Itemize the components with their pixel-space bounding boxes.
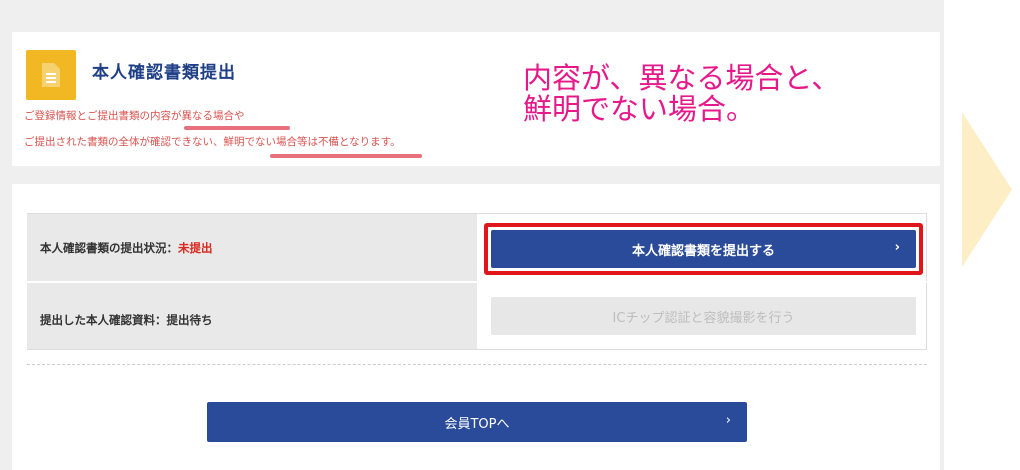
highlight-frame [484,223,923,275]
ic-chip-verification-label: ICチップ認証と容貌撮影を行う [612,310,795,326]
document-icon-glyph [42,63,60,87]
submission-status-label: 本人確認書類の提出状況：未提出 [40,240,213,256]
chevron-right-icon: › [725,413,731,428]
section-divider [27,364,927,365]
submission-status-value: 未提出 [178,241,213,255]
document-icon [26,50,76,100]
member-top-label: 会員TOPへ [444,416,510,432]
warning-note-line1: ご登録情報とご提出書類の内容が異なる場合や [24,110,245,122]
annotation-line1: 内容が、異なる場合と、 [523,61,841,95]
submission-status-label-text: 本人確認書類の提出状況： [40,241,178,255]
row-divider [27,281,927,283]
highlight-underline-clarity [270,154,422,158]
warning-note-line2: ご提出された書類の全体が確認できない、鮮明でない場合等は不備となります。 [24,136,401,148]
next-step-chevron-icon [962,112,1012,267]
ic-chip-verification-button[interactable]: ICチップ認証と容貌撮影を行う [491,297,916,335]
annotation-line2: 鮮明でない場合。 [523,92,756,126]
highlight-underline-content [184,126,290,130]
page-title: 本人確認書類提出 [92,63,236,83]
member-top-button[interactable]: 会員TOPへ › [207,402,747,442]
submitted-document-label: 提出した本人確認資料：提出待ち [40,313,213,327]
